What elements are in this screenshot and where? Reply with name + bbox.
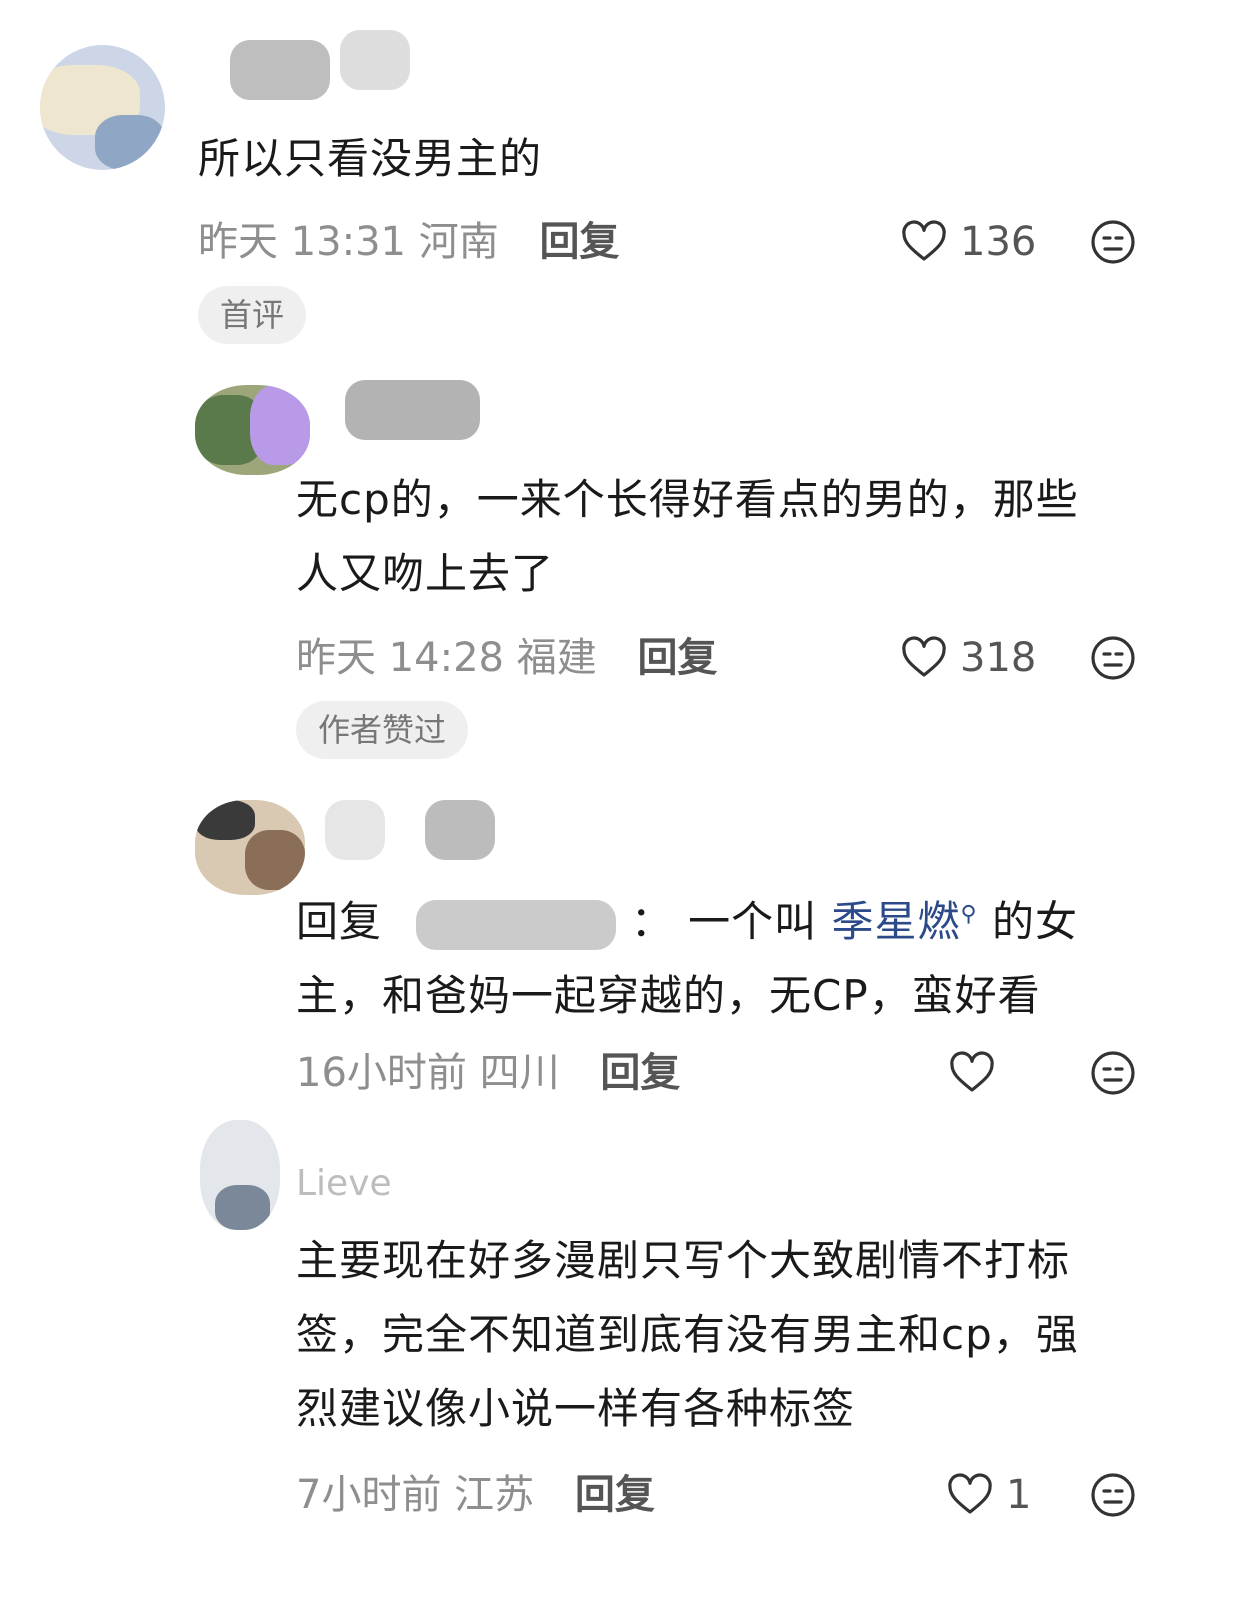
like-button[interactable]: 136 [900, 212, 1036, 272]
comment-text-line: 签，完全不知道到底有没有男主和cp，强 [296, 1310, 1079, 1359]
comment-text: 所以只看没男主的 [198, 134, 543, 183]
comment-time: 7小时前 [296, 1472, 442, 1518]
like-button[interactable] [948, 1043, 1008, 1103]
username-blurred [425, 800, 495, 860]
comment-text: 主要现在好多漫剧只写个大致剧情不打标 签，完全不知道到底有没有男主和cp，强 烈… [296, 1224, 1079, 1446]
comment-text-line: 回复 ： 一个叫 季星燃⚲ 的女 [296, 878, 1078, 959]
like-button[interactable]: 1 [946, 1465, 1031, 1525]
like-count: 318 [960, 635, 1037, 681]
reply-button[interactable]: 回复 [539, 219, 619, 265]
like-count: 136 [960, 219, 1037, 265]
avatar[interactable] [195, 385, 310, 475]
comment-location: 福建 [516, 635, 597, 681]
avatar[interactable] [200, 1120, 280, 1230]
heart-outline-icon [902, 220, 946, 261]
neutral-face-icon[interactable] [1089, 634, 1137, 682]
neutral-face-icon[interactable] [1089, 1049, 1137, 1097]
mention-link[interactable]: 季星燃 [831, 897, 960, 946]
comment-meta: 7小时前 江苏 回复 [296, 1465, 655, 1525]
comment-text: 无cp的，一来个长得好看点的男的，那些 人又吻上去了 [296, 463, 1079, 611]
avatar[interactable] [40, 45, 165, 170]
comment-text: 回复 ： 一个叫 季星燃⚲ 的女 主，和爸妈一起穿越的，无CP，蛮好看 [296, 878, 1078, 1033]
comment-meta: 16小时前 四川 回复 [296, 1043, 680, 1103]
comment-text-line: 主，和爸妈一起穿越的，无CP，蛮好看 [296, 971, 1041, 1020]
comment-time: 昨天 14:28 [296, 635, 504, 681]
comment-meta: 昨天 14:28 福建 回复 [296, 628, 717, 688]
comment-location: 四川 [479, 1050, 560, 1096]
comment-text-line: 无cp的，一来个长得好看点的男的，那些 [296, 475, 1079, 524]
like-button[interactable]: 318 [900, 628, 1036, 688]
reply-colon: ： [630, 897, 674, 946]
heart-outline-icon [948, 1473, 992, 1514]
reply-prefix: 回复 [296, 897, 383, 946]
comment-text-segment: 一个叫 [688, 897, 818, 946]
comment-text-line: 烈建议像小说一样有各种标签 [296, 1384, 856, 1433]
replied-username-blurred[interactable] [416, 899, 617, 950]
username-blurred[interactable] [230, 40, 330, 100]
first-comment-badge: 首评 [198, 286, 307, 344]
like-count: 1 [1006, 1472, 1032, 1518]
comment-location: 河南 [418, 219, 499, 265]
comment-time: 16小时前 [296, 1050, 467, 1096]
heart-outline-icon [902, 636, 946, 677]
comment-text-line: 主要现在好多漫剧只写个大致剧情不打标 [296, 1236, 1071, 1285]
neutral-face-icon[interactable] [1089, 218, 1137, 266]
comment-meta: 昨天 13:31 河南 回复 [198, 212, 619, 272]
comment-text-line: 人又吻上去了 [296, 549, 555, 598]
username-blurred [340, 30, 410, 90]
author-liked-badge: 作者赞过 [296, 701, 469, 759]
reply-button[interactable]: 回复 [637, 635, 717, 681]
comment-text-segment: 的女 [991, 897, 1078, 946]
reply-button[interactable]: 回复 [600, 1050, 680, 1096]
reply-button[interactable]: 回复 [575, 1472, 655, 1518]
search-icon[interactable]: ⚲ [961, 902, 978, 927]
neutral-face-icon[interactable] [1089, 1471, 1137, 1519]
heart-outline-icon [950, 1051, 994, 1092]
username-blurred[interactable] [345, 380, 480, 440]
comment-location: 江苏 [454, 1472, 535, 1518]
username-blurred[interactable] [325, 800, 385, 860]
username[interactable]: Lieve [296, 1163, 392, 1204]
avatar[interactable] [195, 800, 305, 895]
comment-time: 昨天 13:31 [198, 219, 406, 265]
